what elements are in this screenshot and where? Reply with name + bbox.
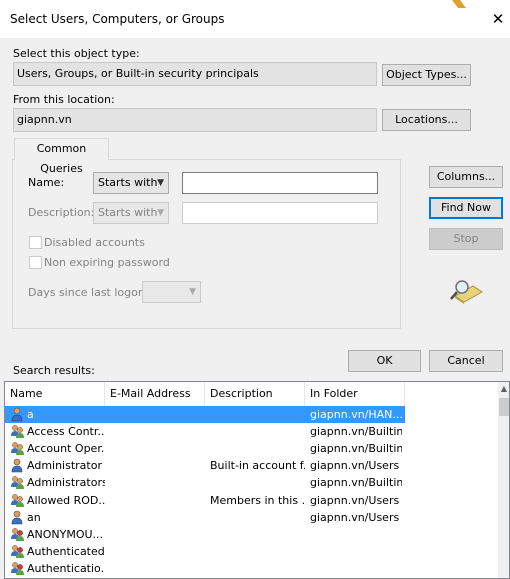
object-type-label: Select this object type: <box>13 47 140 60</box>
column-header-folder[interactable]: In Folder <box>305 382 405 406</box>
cell-name: Account Oper... <box>27 442 105 456</box>
scroll-up-icon[interactable]: ▲ <box>498 382 509 396</box>
non-expiring-label: Non expiring password <box>44 256 170 269</box>
group-icon <box>10 493 25 508</box>
name-input[interactable] <box>182 172 378 194</box>
cell-name: Authenticated... <box>27 544 105 558</box>
table-row[interactable]: Access Contr... giapnn.vn/Builtin <box>5 423 405 440</box>
description-mode-select: Starts with ▼ <box>93 202 169 224</box>
find-now-button[interactable]: Find Now <box>429 197 503 219</box>
cell-folder: giapnn.vn/Users <box>310 510 400 524</box>
cell-name: ANONYMOU... <box>27 527 104 541</box>
cell-folder: giapnn.vn/HAN... <box>310 408 402 421</box>
table-row[interactable]: a giapnn.vn/HAN... <box>5 406 405 423</box>
group-icon <box>10 475 25 490</box>
object-type-field: Users, Groups, or Built-in security prin… <box>13 62 377 86</box>
cell-description: Built-in account f... <box>210 459 305 473</box>
name-mode-value: Starts with <box>98 176 158 189</box>
cell-name: Administrators <box>27 476 105 490</box>
principal-icon <box>10 544 25 559</box>
cell-folder: giapnn.vn/Users <box>310 459 400 473</box>
table-row[interactable]: Authenticatio... <box>5 560 405 577</box>
stop-button: Stop <box>429 228 503 250</box>
cell-name: Authenticatio... <box>27 561 105 575</box>
table-row[interactable]: ANONYMOU... <box>5 526 405 543</box>
disabled-accounts-label: Disabled accounts <box>44 236 145 249</box>
user-icon <box>10 510 25 525</box>
days-since-logon-select: ▼ <box>142 281 201 303</box>
user-icon <box>10 458 25 473</box>
cell-name: Access Contr... <box>27 425 105 439</box>
cell-name: Administrator <box>27 459 102 473</box>
vertical-scrollbar[interactable]: ▲ <box>498 382 509 578</box>
table-row[interactable]: Administrator Built-in account f... giapnn… <box>5 457 405 474</box>
close-icon[interactable]: ✕ <box>486 6 510 32</box>
window-title: Select Users, Computers, or Groups <box>10 12 225 26</box>
location-label: From this location: <box>13 93 115 106</box>
common-queries-panel: Name: Starts with ▼ Description: Starts … <box>12 159 401 329</box>
object-types-button[interactable]: Object Types... <box>382 64 471 86</box>
table-row[interactable]: Authenticated... <box>5 543 405 560</box>
cell-folder: giapnn.vn/Users <box>310 493 400 507</box>
column-header-name[interactable]: Name <box>5 382 105 406</box>
cell-name: an <box>27 510 41 524</box>
cancel-button[interactable]: Cancel <box>429 350 503 372</box>
search-magnifier-icon <box>450 280 483 304</box>
cell-name: a <box>27 408 34 421</box>
title-decoration-icon <box>452 0 466 8</box>
description-label: Description: <box>28 206 95 219</box>
column-header-email[interactable]: E-Mail Address <box>105 382 205 406</box>
table-row[interactable]: Administrators giapnn.vn/Builtin <box>5 474 405 491</box>
select-users-dialog: Select Users, Computers, or Groups ✕ Sel… <box>0 0 510 579</box>
principal-icon <box>10 527 25 542</box>
cell-folder: giapnn.vn/Builtin <box>310 476 402 490</box>
non-expiring-checkbox <box>29 256 42 269</box>
principal-icon <box>10 561 25 576</box>
location-field: giapnn.vn <box>13 108 377 132</box>
group-icon <box>10 441 25 456</box>
chevron-down-icon: ▼ <box>157 178 164 188</box>
cell-folder: giapnn.vn/Builtin <box>310 442 402 456</box>
scroll-thumb[interactable] <box>499 398 509 416</box>
cell-folder: giapnn.vn/Builtin <box>310 425 402 439</box>
column-header-description[interactable]: Description <box>205 382 305 406</box>
disabled-accounts-checkbox <box>29 236 42 249</box>
user-icon <box>10 407 25 422</box>
ok-button[interactable]: OK <box>348 350 421 372</box>
search-results-label: Search results: <box>13 364 95 377</box>
chevron-down-icon: ▼ <box>189 287 196 297</box>
table-row[interactable]: Allowed ROD... Members in this ... giapnn.… <box>5 492 405 509</box>
description-mode-value: Starts with <box>98 206 158 219</box>
table-row[interactable]: Account Oper... giapnn.vn/Builtin <box>5 440 405 457</box>
days-since-logon-label: Days since last logon: <box>28 286 149 299</box>
cell-name: Allowed ROD... <box>27 493 105 507</box>
chevron-down-icon: ▼ <box>157 208 164 218</box>
columns-button[interactable]: Columns... <box>429 166 503 188</box>
cell-description: Members in this ... <box>210 493 305 507</box>
table-row[interactable]: an giapnn.vn/Users <box>5 509 405 526</box>
search-results-list[interactable]: Name E-Mail Address Description In Folde… <box>4 381 510 579</box>
group-icon <box>10 424 25 439</box>
title-bar: Select Users, Computers, or Groups ✕ <box>0 0 510 38</box>
name-mode-select[interactable]: Starts with ▼ <box>93 172 169 194</box>
description-input <box>182 202 378 224</box>
locations-button[interactable]: Locations... <box>382 109 471 131</box>
tab-common-queries[interactable]: Common Queries <box>14 138 109 175</box>
